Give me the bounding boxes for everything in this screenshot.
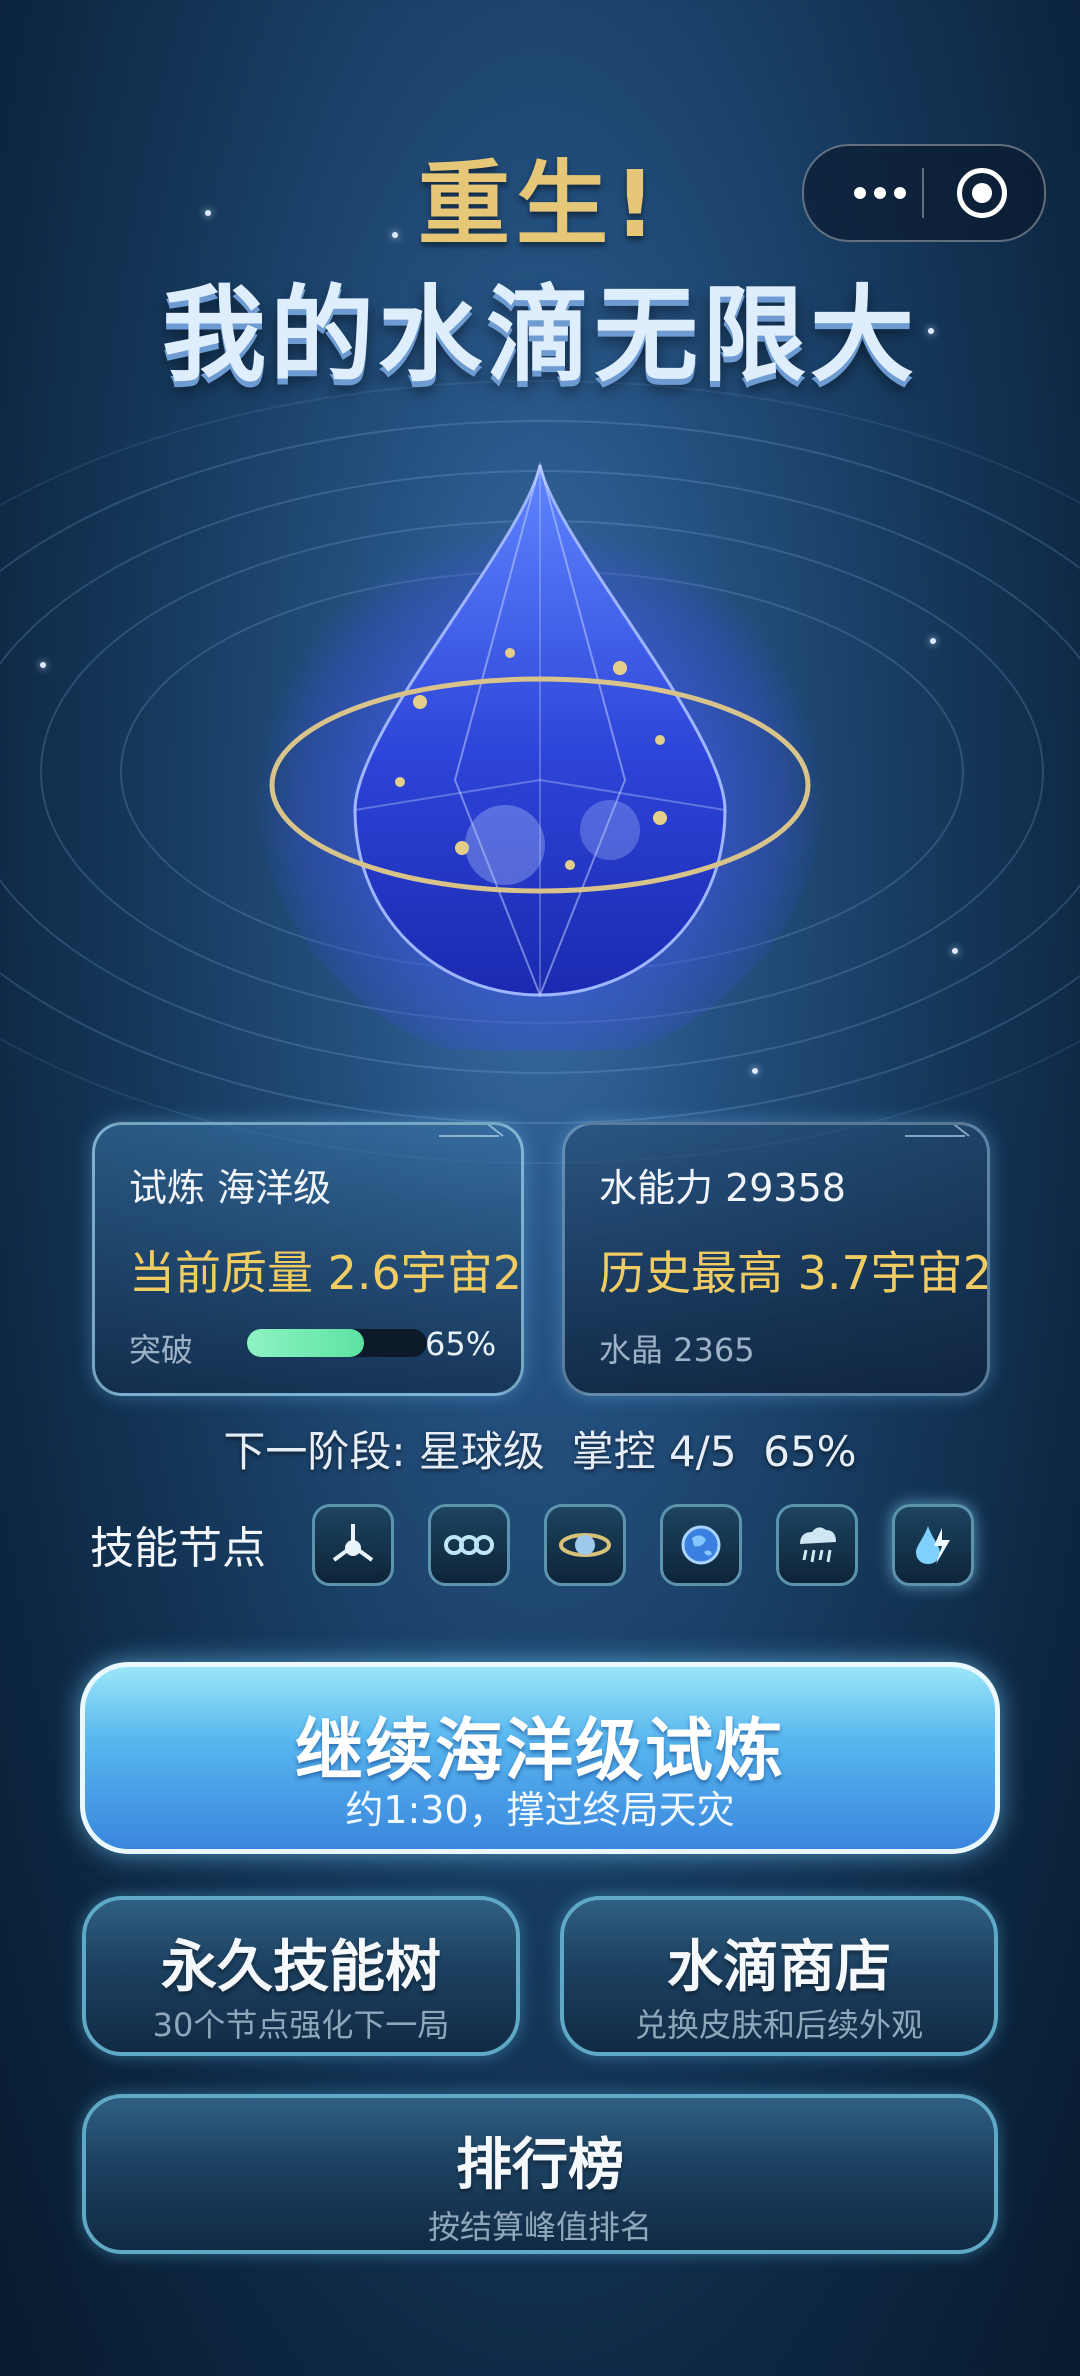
breakthrough-progress-fill: [247, 1329, 364, 1357]
water-drop-shop-button[interactable]: 水滴商店 兑换皮肤和后续外观: [560, 1896, 998, 2056]
trial-level-label: 试炼 海洋级: [129, 1166, 332, 1210]
shop-title: 水滴商店: [667, 1935, 891, 2000]
leaderboard-button[interactable]: 排行榜 按结算峰值排名: [82, 2094, 998, 2254]
water-power-value: 水能力 29358: [599, 1166, 846, 1210]
planet-ring-icon[interactable]: [544, 1504, 626, 1586]
leaderboard-title: 排行榜: [456, 2133, 624, 2198]
card-corner-decoration: [905, 1135, 965, 1171]
triple-ring-icon[interactable]: [428, 1504, 510, 1586]
leaderboard-subtitle: 按结算峰值排名: [427, 2208, 652, 2246]
lightning-drop-icon[interactable]: [892, 1504, 974, 1586]
earth-orb-icon[interactable]: [660, 1504, 742, 1586]
breakthrough-label: 突破: [129, 1331, 194, 1369]
next-stage-info: 下一阶段: 星球级 掌控 4/5 65%: [223, 1427, 857, 1476]
skill-nodes-label: 技能节点: [90, 1523, 266, 1574]
card-corner-decoration: [439, 1135, 499, 1171]
skill-tree-title: 永久技能树: [161, 1935, 441, 2000]
continue-trial-subtitle: 约1:30，撑过终局天灾: [345, 1788, 735, 1832]
breakthrough-progress-bar: [247, 1329, 427, 1357]
skill-tree-button[interactable]: 永久技能树 30个节点强化下一局: [82, 1896, 520, 2056]
water-drop-image: [255, 450, 825, 1065]
breakthrough-percent: 65%: [425, 1325, 497, 1363]
trial-stats-card: 试炼 海洋级 当前质量 2.6宇宙2 突破 65%: [92, 1122, 524, 1396]
title-line-1: 重生!: [418, 151, 662, 258]
skill-tree-subtitle: 30个节点强化下一局: [152, 2006, 450, 2044]
tri-node-icon[interactable]: [312, 1504, 394, 1586]
water-power-card: 水能力 29358 历史最高 3.7宇宙2 水晶 2365: [562, 1122, 990, 1396]
rain-cloud-icon[interactable]: [776, 1504, 858, 1586]
crystal-count: 水晶 2365: [599, 1331, 755, 1369]
shop-subtitle: 兑换皮肤和后续外观: [634, 2006, 923, 2044]
current-mass-value: 当前质量 2.6宇宙2: [129, 1246, 523, 1300]
title-line-2: 我的水滴无限大: [161, 274, 918, 396]
history-best-value: 历史最高 3.7宇宙2: [599, 1246, 990, 1300]
continue-trial-button[interactable]: 继续海洋级试炼 约1:30，撑过终局天灾: [80, 1662, 1000, 1854]
